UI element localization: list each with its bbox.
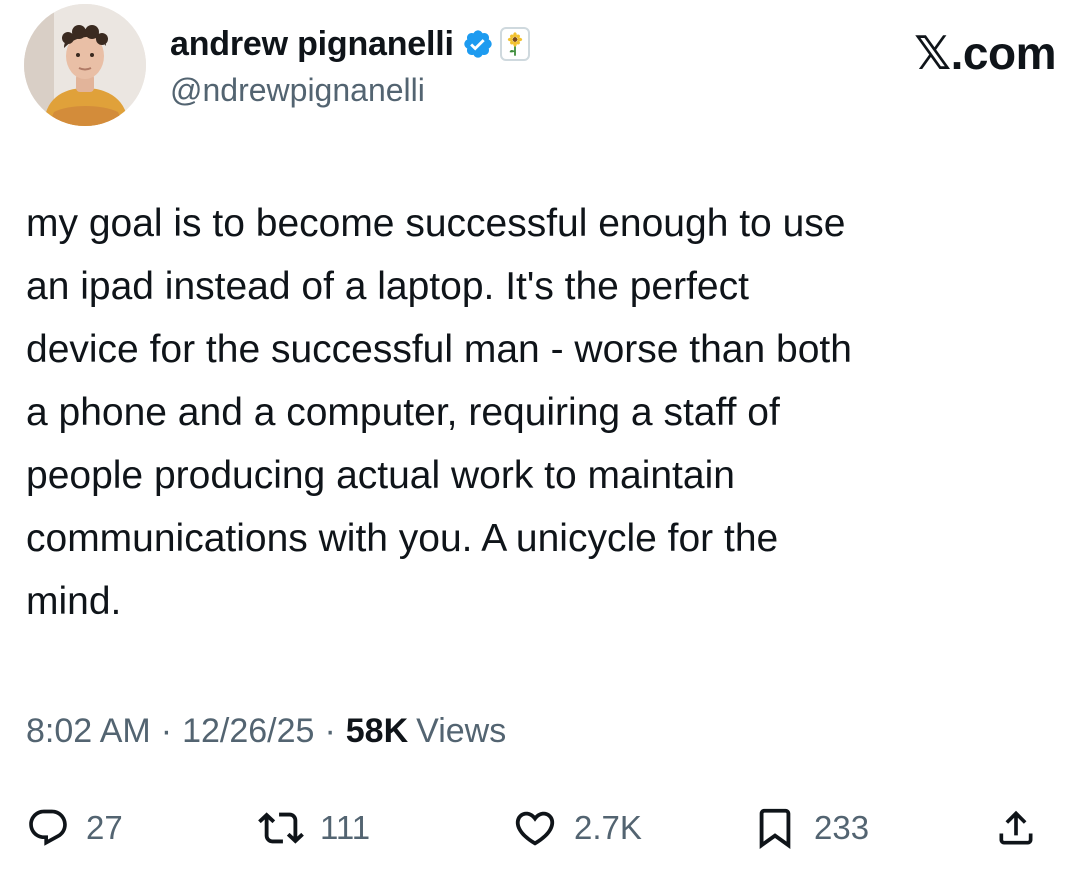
display-name-row: andrew pignanelli [170, 24, 530, 64]
tweet-header: andrew pignanelli @ndrewpignanelli 𝕏.com [24, 4, 1056, 128]
repost-count: 111 [320, 809, 371, 846]
tweet-metadata: 8:02 AM · 12/26/25 · 58K Views [26, 712, 506, 751]
reply-count: 27 [86, 809, 123, 846]
tweet-date[interactable]: 12/26/25 [182, 712, 314, 751]
meta-separator: · [160, 712, 173, 750]
reply-button[interactable]: 27 [26, 796, 123, 860]
views-count[interactable]: 58K [346, 712, 408, 751]
x-com-logo: 𝕏.com [914, 27, 1056, 79]
bookmark-button[interactable]: 233 [752, 796, 869, 860]
verified-badge-icon[interactable] [462, 28, 494, 60]
repost-icon [258, 812, 304, 844]
bookmark-count: 233 [814, 809, 870, 846]
meta-separator: · [324, 712, 336, 750]
tweet-text: my goal is to become successful enough t… [26, 202, 852, 623]
like-count: 2.7K [574, 809, 642, 846]
action-bar: 27 111 2.7K 233 [0, 796, 1080, 860]
author-names: andrew pignanelli @ndrewpignanelli [170, 24, 530, 109]
like-button[interactable]: 2.7K [512, 796, 642, 860]
author-handle[interactable]: @ndrewpignanelli [170, 72, 530, 109]
display-name[interactable]: andrew pignanelli [170, 25, 454, 64]
repost-button[interactable]: 111 [258, 796, 370, 860]
sunflower-icon[interactable] [499, 27, 530, 61]
tweet-time[interactable]: 8:02 AM [26, 712, 151, 751]
heart-icon [515, 811, 555, 846]
avatar[interactable] [24, 4, 146, 126]
share-icon [999, 810, 1033, 845]
share-button[interactable] [994, 796, 1038, 860]
views-label: Views [416, 712, 507, 750]
bookmark-icon [759, 808, 791, 849]
reply-icon [29, 809, 67, 846]
